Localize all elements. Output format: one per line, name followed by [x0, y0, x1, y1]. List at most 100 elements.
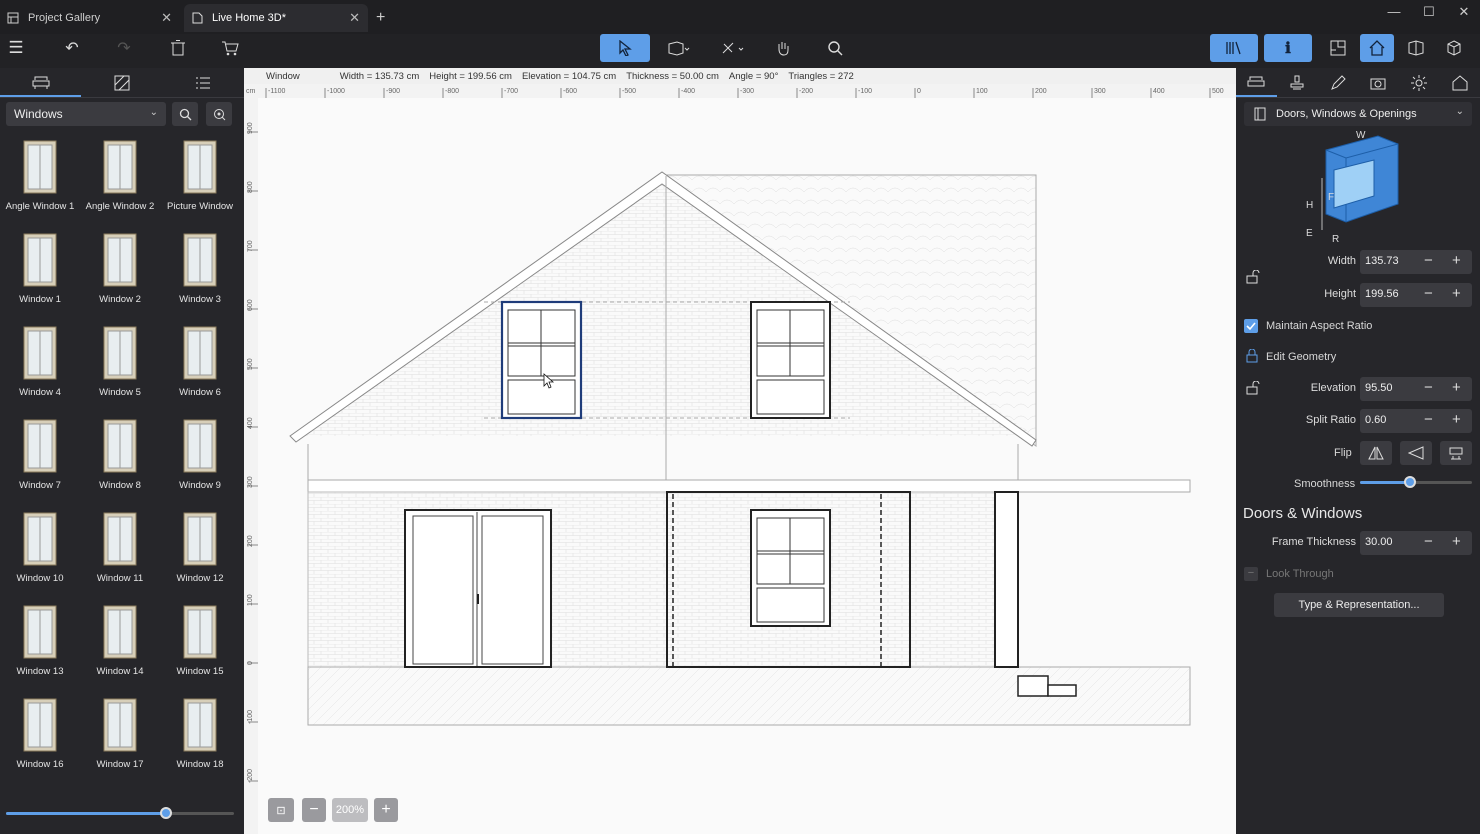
library-item[interactable]: Window 1 [0, 225, 80, 318]
tab-bar: Project Gallery ✕ Live Home 3D* ✕ + — ☐ … [0, 0, 1480, 34]
redo-button[interactable]: ↷ [112, 34, 136, 62]
flip-vertical-button[interactable] [1400, 441, 1432, 465]
measure-tool-button[interactable] [714, 34, 750, 62]
minimize-button[interactable]: — [1376, 4, 1412, 19]
category-dropdown[interactable]: Windows ⌄ [6, 102, 166, 126]
library-item[interactable]: Angle Window 1 [0, 132, 80, 225]
lock-icon[interactable] [1246, 348, 1260, 366]
frame-decrement[interactable]: − [1424, 533, 1433, 550]
select-tool-button[interactable] [600, 34, 650, 62]
look-through-label: Look Through [1266, 568, 1334, 580]
library-item[interactable]: Window 18 [160, 690, 240, 783]
width-increment[interactable]: + [1452, 252, 1461, 269]
library-item[interactable]: Window 2 [80, 225, 160, 318]
walls-icon [668, 41, 690, 56]
elevation-increment[interactable]: + [1452, 379, 1461, 396]
object-category-select[interactable]: Doors, Windows & Openings ⌄ [1244, 102, 1472, 126]
maximize-button[interactable]: ☐ [1411, 4, 1447, 20]
library-item[interactable]: Window 10 [0, 504, 80, 597]
window-thumbnail-icon [14, 600, 66, 664]
measure-icon [722, 42, 744, 54]
library-item[interactable]: Picture Window [160, 132, 240, 225]
library-item[interactable]: Window 14 [80, 597, 160, 690]
library-item[interactable]: Window 17 [80, 690, 160, 783]
zoom-out-button[interactable]: − [302, 798, 326, 822]
library-item[interactable]: Window 3 [160, 225, 240, 318]
frame-thickness-field[interactable]: 30.00 − + [1360, 531, 1472, 555]
close-window-button[interactable]: ✕ [1446, 4, 1480, 20]
library-item-label: Picture Window [167, 201, 233, 212]
tab-light[interactable] [1399, 68, 1440, 97]
close-tab-icon[interactable]: ✕ [349, 10, 360, 26]
smoothness-knob[interactable] [1404, 476, 1417, 488]
flip-horizontal-button[interactable] [1360, 441, 1392, 465]
edit-geometry-label[interactable]: Edit Geometry [1266, 351, 1336, 363]
menu-button[interactable]: ☰ [4, 34, 28, 62]
library-toggle-button[interactable] [1210, 34, 1258, 62]
tab-edit[interactable] [1317, 68, 1358, 97]
library-item[interactable]: Window 12 [160, 504, 240, 597]
width-field[interactable]: 135.73 − + [1360, 250, 1472, 274]
tab-objects[interactable] [0, 68, 82, 97]
smoothness-slider[interactable] [1360, 476, 1472, 488]
tab-building[interactable] [1439, 68, 1480, 97]
frame-increment[interactable]: + [1452, 533, 1461, 550]
library-item[interactable]: Window 15 [160, 597, 240, 690]
slider-knob[interactable] [159, 807, 172, 819]
width-decrement[interactable]: − [1424, 252, 1433, 269]
split-increment[interactable]: + [1452, 411, 1461, 428]
split-decrement[interactable]: − [1424, 411, 1433, 428]
tab-stamp[interactable] [1277, 68, 1318, 97]
height-increment[interactable]: + [1452, 285, 1461, 302]
tab-object-props[interactable] [1236, 68, 1277, 97]
3d-view-button[interactable] [1440, 34, 1468, 62]
split-view-button[interactable] [1402, 34, 1430, 62]
zoom-tool-button[interactable] [822, 34, 848, 62]
new-tab-button[interactable]: + [376, 4, 400, 32]
split-ratio-label: Split Ratio [1305, 414, 1356, 426]
elevation-decrement[interactable]: − [1424, 379, 1433, 396]
drawing-canvas[interactable]: Window Width = 135.73 cm Height = 199.56… [244, 68, 1236, 834]
close-tab-icon[interactable]: ✕ [161, 10, 172, 26]
elevation-view-button[interactable] [1360, 34, 1394, 62]
maintain-aspect-checkbox[interactable] [1244, 319, 1258, 333]
look-through-checkbox[interactable]: − [1244, 567, 1258, 581]
thumbnail-size-slider[interactable] [6, 807, 234, 819]
plan-view-button[interactable] [1324, 34, 1352, 62]
library-filter-button[interactable] [206, 102, 232, 126]
library-item[interactable]: Angle Window 2 [80, 132, 160, 225]
library-item[interactable]: Window 13 [0, 597, 80, 690]
wall-opening [666, 491, 911, 668]
library-search-button[interactable] [172, 102, 198, 126]
chevron-down-icon: ⌄ [1455, 106, 1464, 117]
library-item[interactable]: Window 9 [160, 411, 240, 504]
height-field[interactable]: 199.56 − + [1360, 283, 1472, 307]
tab-project-list[interactable] [163, 68, 244, 97]
fit-view-button[interactable]: ⊡ [268, 798, 294, 822]
store-button[interactable] [218, 34, 242, 62]
ruler-tick-label: 300 [1094, 88, 1106, 95]
inspector-toggle-button[interactable]: ℹ [1264, 34, 1312, 62]
tab-project-gallery[interactable]: Project Gallery ✕ [0, 4, 180, 32]
tab-camera[interactable] [1358, 68, 1399, 97]
library-item[interactable]: Window 6 [160, 318, 240, 411]
undo-button[interactable]: ↶ [60, 34, 84, 62]
tab-materials[interactable] [81, 68, 162, 97]
library-item[interactable]: Window 8 [80, 411, 160, 504]
type-representation-button[interactable]: Type & Representation... [1274, 593, 1444, 617]
elevation-field[interactable]: 95.50 − + [1360, 377, 1472, 401]
library-item[interactable]: Window 7 [0, 411, 80, 504]
split-ratio-field[interactable]: 0.60 − + [1360, 409, 1472, 433]
library-item-label: Window 12 [176, 573, 224, 584]
library-item[interactable]: Window 5 [80, 318, 160, 411]
height-decrement[interactable]: − [1424, 285, 1433, 302]
tab-live-home[interactable]: Live Home 3D* ✕ [184, 4, 368, 32]
library-item[interactable]: Window 11 [80, 504, 160, 597]
library-item[interactable]: Window 16 [0, 690, 80, 783]
delete-button[interactable] [166, 34, 190, 62]
pan-tool-button[interactable] [770, 34, 796, 62]
flip-inside-button[interactable] [1440, 441, 1472, 465]
zoom-in-button[interactable]: + [374, 798, 398, 822]
wall-tool-button[interactable] [660, 34, 696, 62]
library-item[interactable]: Window 4 [0, 318, 80, 411]
